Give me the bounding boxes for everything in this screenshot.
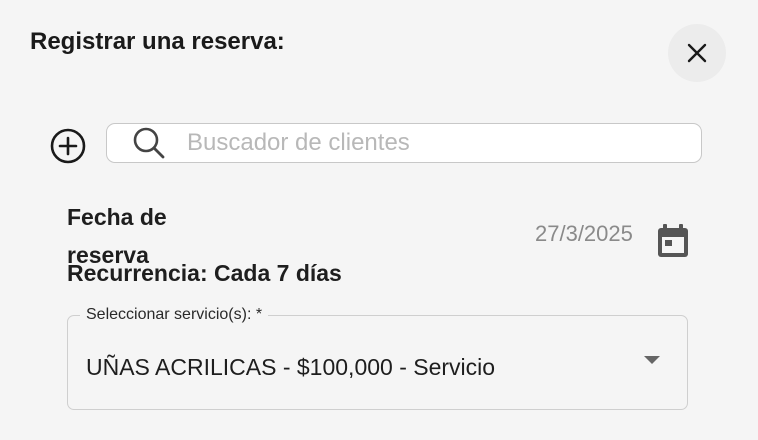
service-select-label: Seleccionar servicio(s): * — [80, 306, 269, 324]
booking-date-value[interactable]: 27/3/2025 — [535, 221, 633, 247]
plus-circle-icon — [49, 127, 87, 165]
client-search-input[interactable] — [187, 129, 667, 157]
service-select-value: UÑAS ACRILICAS - $100,000 - Servicio — [86, 354, 496, 380]
dropdown-arrow-icon — [644, 356, 660, 364]
calendar-icon — [656, 223, 690, 259]
search-icon — [131, 125, 167, 161]
close-button[interactable] — [668, 24, 726, 82]
booking-dialog: Registrar una reserva: Fecha de reserva … — [0, 0, 758, 440]
calendar-button[interactable] — [654, 222, 692, 260]
recurrence-text: Recurrencia: Cada 7 días — [67, 260, 342, 286]
close-icon — [685, 41, 709, 65]
dialog-title: Registrar una reserva: — [30, 28, 285, 55]
service-select[interactable]: Seleccionar servicio(s): * UÑAS ACRILICA… — [67, 306, 688, 410]
add-client-button[interactable] — [49, 127, 87, 165]
client-search-box[interactable] — [106, 123, 702, 163]
